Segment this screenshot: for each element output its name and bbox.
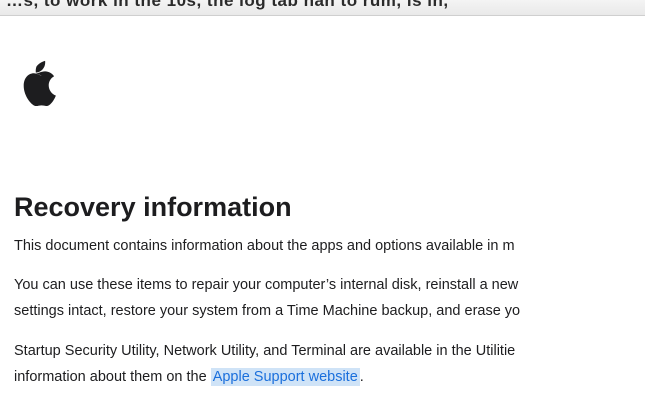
apple-logo-icon [23, 60, 56, 106]
paragraph-intro: This document contains information about… [14, 233, 645, 259]
paragraph-line: This document contains information about… [14, 238, 515, 254]
apple-support-link[interactable]: Apple Support website [210, 368, 360, 386]
paragraph-line: You can use these items to repair your c… [14, 277, 519, 293]
link-suffix-text: . [359, 369, 364, 385]
link-prefix-text: information about them on the [14, 369, 211, 385]
cropped-header-text: …s, to work in the 10s, the log tab nan … [6, 0, 449, 10]
top-cropped-strip: …s, to work in the 10s, the log tab nan … [0, 0, 645, 16]
paragraph-utilities: Startup Security Utility, Network Utilit… [14, 338, 645, 390]
page-title: Recovery information [14, 192, 292, 222]
paragraph-line: Startup Security Utility, Network Utilit… [14, 343, 516, 359]
paragraph-repair: You can use these items to repair your c… [14, 272, 645, 324]
paragraph-line-with-link: information about them on the Apple Supp… [14, 364, 645, 390]
paragraph-line: settings intact, restore your system fro… [14, 303, 521, 319]
